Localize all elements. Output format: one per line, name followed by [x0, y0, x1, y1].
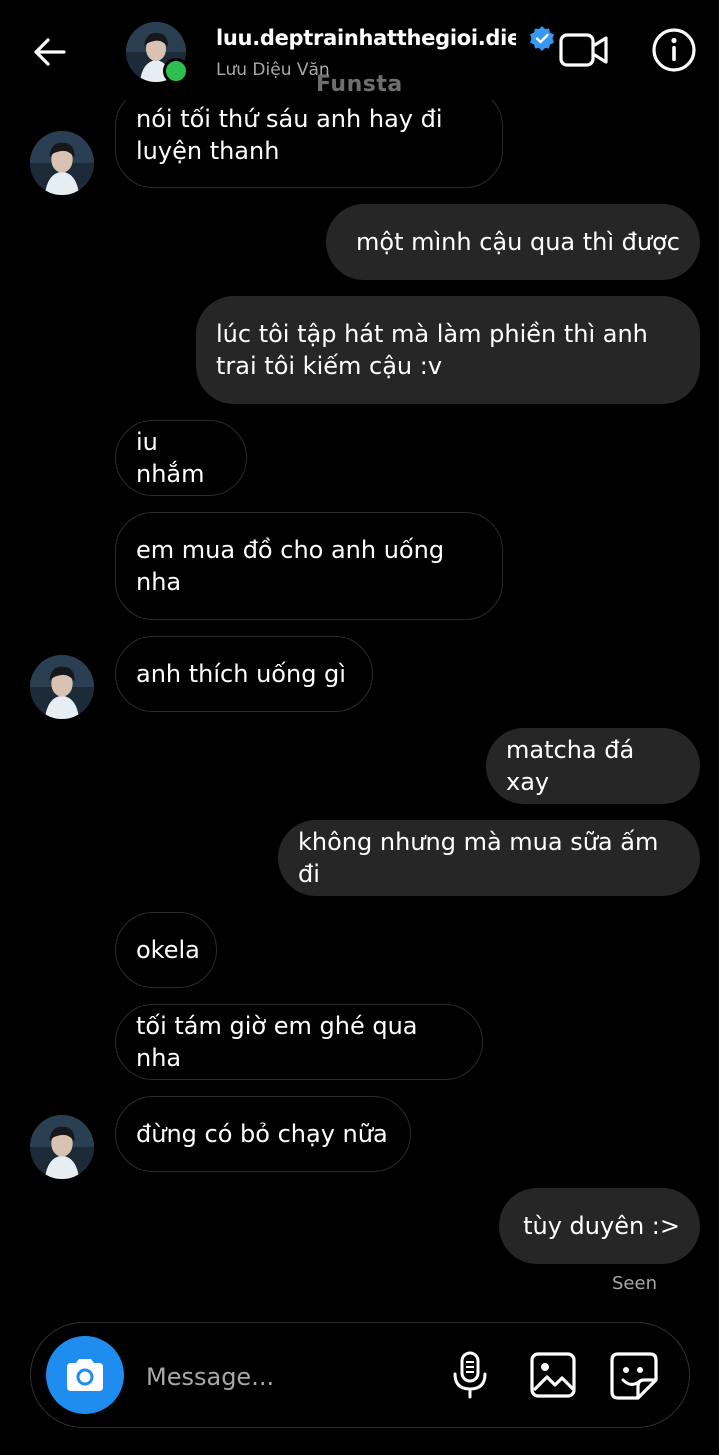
message-text: đừng có bỏ chạy nữa: [136, 1120, 388, 1148]
back-button[interactable]: [28, 30, 72, 74]
message-text: nói tối thứ sáu anh hay đi luyện thanh: [136, 105, 443, 165]
microphone-icon: [453, 1351, 487, 1399]
sticker-button[interactable]: [608, 1350, 660, 1402]
sender-avatar[interactable]: [30, 131, 94, 195]
back-arrow-icon: [34, 38, 66, 66]
message-bubble-outgoing[interactable]: không nhưng mà mua sữa ấm đi: [278, 820, 700, 896]
message-bubble-incoming[interactable]: tối tám giờ em ghé qua nha: [115, 1004, 483, 1080]
seen-status: Seen: [612, 1273, 657, 1294]
message-text: tối tám giờ em ghé qua nha: [136, 1012, 418, 1072]
message-text: tùy duyên :>: [523, 1212, 680, 1240]
chat-screen: luu.deptrainhatthegioi.dieu... Lưu Diệu …: [0, 0, 719, 1455]
gallery-button[interactable]: [528, 1350, 578, 1400]
message-text: iu nhắm: [136, 428, 205, 488]
camera-icon: [67, 1359, 103, 1391]
sticker-icon: [610, 1352, 658, 1400]
message-bubble-incoming[interactable]: okela: [115, 912, 217, 988]
contact-username[interactable]: luu.deptrainhatthegioi.dieu...: [216, 26, 516, 50]
message-bubble-outgoing[interactable]: tùy duyên :>: [499, 1188, 700, 1264]
message-text: một mình cậu qua thì được: [356, 228, 680, 256]
verified-badge-icon: [528, 25, 556, 53]
gallery-icon: [530, 1352, 576, 1398]
message-bubble-incoming[interactable]: nói tối thứ sáu anh hay đi luyện thanh: [115, 88, 503, 188]
watermark-text: Funsta: [316, 72, 403, 97]
message-bubble-outgoing[interactable]: matcha đá xay: [486, 728, 700, 804]
message-text: matcha đá xay: [506, 736, 635, 796]
info-button[interactable]: [650, 26, 698, 74]
chat-header: luu.deptrainhatthegioi.dieu... Lưu Diệu …: [0, 0, 719, 100]
message-bubble-outgoing[interactable]: lúc tôi tập hát mà làm phiền thì anh tra…: [196, 296, 700, 404]
message-input[interactable]: [144, 1354, 428, 1400]
contact-full-name: Lưu Diệu Văn: [216, 60, 330, 80]
sender-avatar[interactable]: [30, 655, 94, 719]
message-text: anh thích uống gì: [136, 660, 346, 688]
info-icon: [652, 28, 696, 72]
message-bubble-incoming[interactable]: iu nhắm: [115, 420, 247, 496]
message-text: okela: [136, 936, 200, 964]
message-bubble-incoming[interactable]: anh thích uống gì: [115, 636, 373, 712]
online-status-indicator: [163, 58, 189, 84]
message-text: em mua đồ cho anh uống nha: [136, 536, 445, 596]
voice-message-button[interactable]: [450, 1350, 490, 1400]
video-call-button[interactable]: [558, 28, 610, 72]
video-call-icon: [559, 33, 608, 67]
message-bubble-incoming[interactable]: đừng có bỏ chạy nữa: [115, 1096, 411, 1172]
camera-button[interactable]: [46, 1336, 124, 1414]
sender-avatar[interactable]: [30, 1115, 94, 1179]
message-text: lúc tôi tập hát mà làm phiền thì anh tra…: [216, 320, 648, 380]
message-bubble-incoming[interactable]: em mua đồ cho anh uống nha: [115, 512, 503, 620]
message-text: không nhưng mà mua sữa ấm đi: [298, 828, 659, 888]
message-bubble-outgoing[interactable]: một mình cậu qua thì được: [326, 204, 700, 280]
